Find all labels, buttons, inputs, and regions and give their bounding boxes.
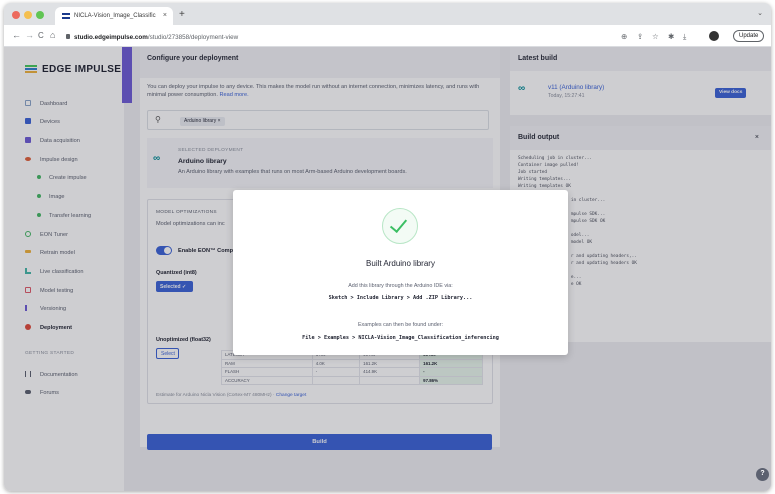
share-icon[interactable]: ⇪ (637, 32, 643, 41)
browser-tab[interactable]: NICLA-Vision_Image_Classific × (55, 7, 173, 25)
url-field[interactable]: studio.edgeimpulse.com/studio/273858/dep… (66, 34, 238, 41)
tab-title: NICLA-Vision_Image_Classific (74, 13, 156, 19)
close-window-button[interactable] (12, 11, 20, 19)
dialog-examples-instruction: Examples can then be found under: (357, 322, 444, 328)
forward-button[interactable]: → (25, 30, 34, 40)
build-success-dialog: Built Arduino library Add this library t… (233, 190, 568, 355)
url-host: studio.edgeimpulse.com (74, 34, 148, 41)
maximize-window-button[interactable] (36, 11, 44, 19)
zoom-icon[interactable]: ⊕ (621, 32, 627, 41)
tab-search-icon[interactable]: ⌄ (757, 9, 763, 17)
download-icon[interactable]: ⤓ (683, 32, 686, 42)
minimize-window-button[interactable] (24, 11, 32, 19)
address-bar: ← → C ⌂ studio.edgeimpulse.com/studio/27… (4, 25, 771, 47)
star-icon[interactable]: ☆ (652, 32, 659, 41)
success-check-icon (382, 208, 418, 244)
back-button[interactable]: ← (12, 30, 21, 40)
dialog-examples-path: File > Examples > NICLA-Vision_Image_Cla… (302, 335, 499, 341)
home-button[interactable]: ⌂ (50, 30, 55, 40)
dialog-instruction: Add this library through the Arduino IDE… (348, 283, 453, 289)
lock-icon (66, 34, 70, 39)
tab-close-icon[interactable]: × (163, 12, 167, 19)
url-path: /studio/273858/deployment-view (147, 34, 239, 41)
browser-window: NICLA-Vision_Image_Classific × + ⌄ ← → C… (4, 3, 771, 491)
edge-impulse-favicon-icon (62, 13, 70, 19)
update-button[interactable]: Update (733, 30, 765, 42)
new-tab-button[interactable]: + (179, 9, 185, 20)
extensions-icon[interactable]: ✱ (668, 32, 674, 41)
dialog-ide-path: Sketch > Include Library > Add .ZIP Libr… (328, 295, 473, 301)
tab-bar: NICLA-Vision_Image_Classific × + ⌄ (4, 3, 771, 25)
reload-button[interactable]: C (38, 31, 44, 40)
dialog-title: Built Arduino library (366, 259, 435, 268)
profile-avatar[interactable] (709, 31, 719, 41)
help-button[interactable]: ? (756, 468, 769, 481)
page: EDGE IMPULSE Dashboard Devices Data acqu… (4, 47, 771, 491)
